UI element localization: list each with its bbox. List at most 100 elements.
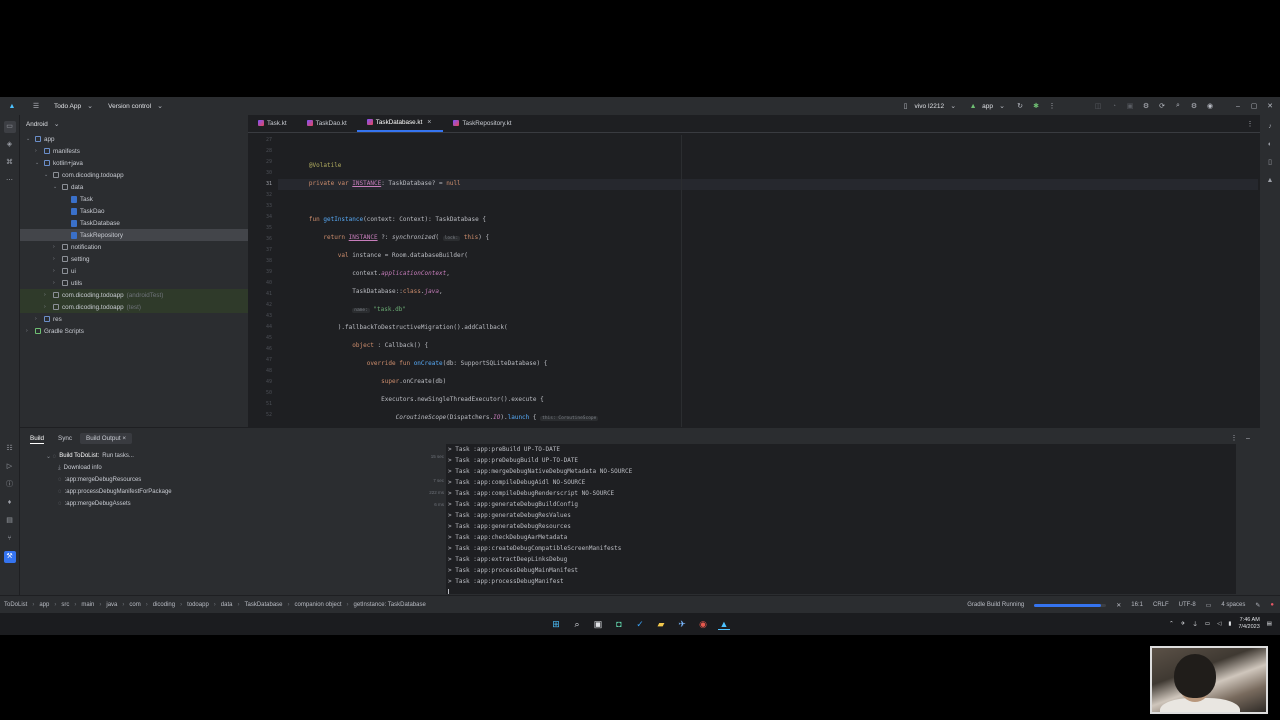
line-number[interactable]: 46 [248, 344, 278, 355]
app-icon[interactable]: ✈ [676, 618, 688, 630]
project-tool-icon[interactable]: ▭ [3, 121, 16, 133]
line-number[interactable]: 48 [248, 366, 278, 377]
tab-taskdao[interactable]: TaskDao.kt [297, 114, 357, 132]
build-tree-item[interactable]: ◌:app:mergeDebugAssets 6 ms [24, 498, 444, 510]
breadcrumb-item[interactable]: companion object [295, 602, 342, 608]
tree-item[interactable]: ⌄ com.dicoding.todoapp [20, 169, 248, 181]
expand-chevron-icon[interactable]: › [35, 148, 41, 154]
line-number[interactable]: 36 [248, 234, 278, 245]
breadcrumb-item[interactable]: app [39, 602, 49, 608]
tree-item[interactable]: Task [20, 193, 248, 205]
expand-chevron-icon[interactable]: ⌄ [26, 136, 32, 142]
file-encoding[interactable]: UTF-8 [1179, 602, 1196, 608]
expand-chevron-icon[interactable]: › [53, 256, 59, 262]
code-area[interactable]: @Volatile private var INSTANCE: TaskData… [280, 135, 680, 601]
project-view-selector[interactable]: Android ⌄ [20, 115, 248, 133]
run-config-selector[interactable]: ▲ app ⌄ [965, 97, 1010, 115]
line-number[interactable]: 41 [248, 289, 278, 300]
tray-expand-icon[interactable]: ⌃ [1169, 621, 1174, 627]
vscode-icon[interactable]: ✓ [634, 618, 646, 630]
cancel-task-icon[interactable]: ✕ [1116, 602, 1121, 609]
expand-chevron-icon[interactable]: › [53, 244, 59, 250]
error-indicator-icon[interactable]: ● [1270, 602, 1274, 608]
line-number[interactable]: 32 [248, 190, 278, 201]
build-tree-item[interactable]: ◌:app:mergeDebugResources 7 sec [24, 474, 444, 486]
tree-item[interactable]: TaskDatabase [20, 217, 248, 229]
stop-icon[interactable]: ▣ [1124, 100, 1136, 112]
breadcrumb-item[interactable]: ToDoList [4, 602, 27, 608]
breadcrumb-item[interactable]: dicoding [153, 602, 175, 608]
more-actions-icon[interactable]: ⋮ [1046, 100, 1058, 112]
expand-chevron-icon[interactable]: ⌄ [44, 172, 50, 178]
background-task-label[interactable]: Gradle Build Running [967, 602, 1024, 608]
run-tool-icon[interactable]: ▷ [4, 461, 16, 473]
line-number[interactable]: 29 [248, 157, 278, 168]
project-selector[interactable]: Todo App ⌄ [48, 97, 102, 115]
device-manager-icon[interactable]: ⚙ [1140, 100, 1152, 112]
breadcrumb-item[interactable]: java [106, 602, 117, 608]
line-number[interactable]: 31 [248, 179, 278, 190]
tree-item[interactable]: TaskRepository [20, 229, 248, 241]
tree-item[interactable]: › ui [20, 265, 248, 277]
file-explorer-icon[interactable]: ▰ [655, 618, 667, 630]
more-tabs-icon[interactable]: ⋮ [1244, 118, 1256, 130]
git-icon[interactable]: ⑂ [4, 533, 16, 545]
line-number[interactable]: 39 [248, 267, 278, 278]
minimize-icon[interactable]: – [1232, 100, 1244, 112]
main-menu-button[interactable]: ☰ [24, 97, 48, 115]
tab-taskrepository[interactable]: TaskRepository.kt [443, 114, 521, 132]
account-icon[interactable]: ◉ [1204, 100, 1216, 112]
search-icon[interactable]: ⌕ [1172, 100, 1184, 112]
resource-manager-icon[interactable]: ◈ [4, 139, 16, 151]
indent-setting[interactable]: 4 spaces [1221, 602, 1245, 608]
build-variants-icon[interactable]: ☷ [4, 443, 16, 455]
breadcrumb-item[interactable]: src [61, 602, 69, 608]
expand-chevron-icon[interactable]: › [35, 316, 41, 322]
settings-icon[interactable]: ⚙ [1188, 100, 1200, 112]
clock[interactable]: 7:46 AM 7/4/2023 [1238, 617, 1259, 631]
tab-build-output[interactable]: Build Output × [80, 432, 133, 444]
expand-chevron-icon[interactable]: › [44, 304, 50, 310]
line-separator[interactable]: CRLF [1153, 602, 1169, 608]
notifications-icon[interactable]: ♪ [1264, 121, 1276, 133]
line-number[interactable]: 44 [248, 322, 278, 333]
tab-sync[interactable]: Sync [52, 435, 78, 442]
line-number[interactable]: 45 [248, 333, 278, 344]
breadcrumb-item[interactable]: todoapp [187, 602, 209, 608]
line-number[interactable]: 33 [248, 201, 278, 212]
sync-gradle-icon[interactable]: ⟳ [1156, 100, 1168, 112]
breadcrumb-item[interactable]: getInstance: TaskDatabase [354, 602, 426, 608]
breadcrumb-item[interactable]: main [81, 602, 94, 608]
notification-center-icon[interactable]: ▤ [1267, 621, 1272, 627]
line-number[interactable]: 35 [248, 223, 278, 234]
emulator-icon[interactable]: ▲ [1264, 175, 1276, 187]
tree-item[interactable]: ⌄ data [20, 181, 248, 193]
readonly-toggle-icon[interactable]: ✎ [1255, 602, 1260, 609]
memory-indicator-icon[interactable]: ▭ [1206, 602, 1212, 609]
tree-item[interactable]: › setting [20, 253, 248, 265]
line-number[interactable]: 50 [248, 388, 278, 399]
problems-icon[interactable]: ⓘ [4, 479, 16, 491]
device-manager-side-icon[interactable]: ▯ [1264, 157, 1276, 169]
tree-item[interactable]: › Gradle Scripts [20, 325, 248, 337]
tree-item[interactable]: › com.dicoding.todoapp (androidTest) [20, 289, 248, 301]
line-number[interactable]: 30 [248, 168, 278, 179]
tree-item[interactable]: ⌄ kotlin+java [20, 157, 248, 169]
device-selector[interactable]: ▯ vivo I2212 ⌄ [898, 97, 962, 115]
line-number[interactable]: 43 [248, 311, 278, 322]
android-studio-taskbar-icon[interactable]: ▲ [718, 618, 730, 630]
line-number[interactable]: 37 [248, 245, 278, 256]
breadcrumb-item[interactable]: TaskDatabase [244, 602, 282, 608]
breadcrumb-item[interactable]: data [221, 602, 233, 608]
gradle-icon[interactable]: ◐ [1264, 139, 1276, 151]
close-icon[interactable]: ✕ [1264, 100, 1276, 112]
tab-task[interactable]: Task.kt [248, 114, 297, 132]
expand-chevron-icon[interactable]: ⌄ [35, 160, 41, 166]
line-number[interactable]: 38 [248, 256, 278, 267]
search-icon[interactable]: ⌕ [571, 618, 583, 630]
tree-item[interactable]: › notification [20, 241, 248, 253]
line-number[interactable]: 34 [248, 212, 278, 223]
debug-icon[interactable]: ✱ [1030, 100, 1042, 112]
structure-icon[interactable]: ⌘ [4, 157, 16, 169]
build-tool-icon[interactable]: ⚒ [3, 551, 16, 563]
